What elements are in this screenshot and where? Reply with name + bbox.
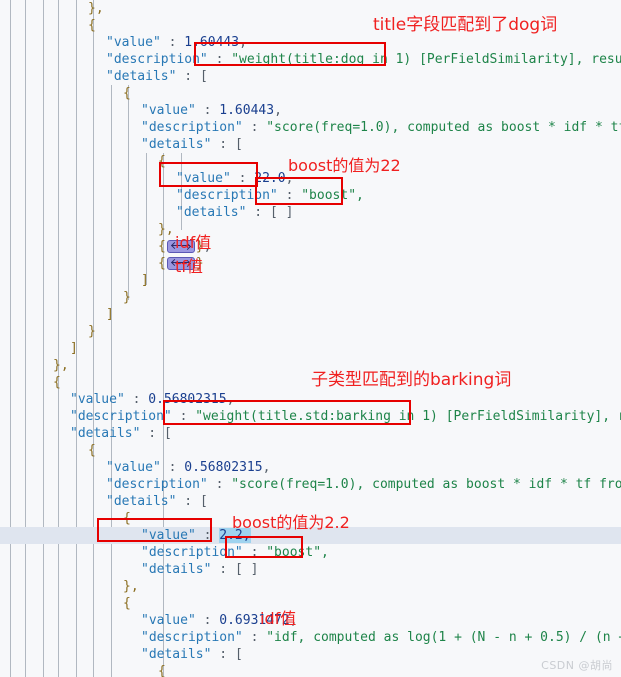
label-idf-1: idf值	[175, 233, 212, 252]
code-line[interactable]: "details" : [ ]	[0, 561, 621, 578]
code-line-text: },	[158, 222, 174, 237]
watermark: CSDN @胡尚	[541, 659, 613, 672]
code-line[interactable]: ]	[0, 306, 621, 323]
code-line[interactable]: "value" : 0.6931472,	[0, 612, 621, 629]
code-line-text: "description" : "weight(title:dog in 1) …	[106, 52, 621, 67]
code-line-text: },	[123, 579, 139, 594]
code-line-text: "details" : [	[106, 69, 208, 84]
code-line-text: "description" : "boost",	[176, 188, 364, 203]
code-line[interactable]: "description" : "weight(title:dog in 1) …	[0, 51, 621, 68]
code-line[interactable]: {	[0, 85, 621, 102]
code-line-text: "details" : [	[141, 647, 243, 662]
label-boost-22: boost的值为22	[288, 156, 401, 175]
code-line[interactable]: },	[0, 578, 621, 595]
code-line-text: {	[123, 86, 131, 101]
label-boost-22b: boost的值为2.2	[232, 513, 350, 532]
code-line[interactable]: "value" : 1.60443,	[0, 102, 621, 119]
json-code-viewer[interactable]: }, { "value" : 1.60443, "description" : "we…	[0, 0, 621, 677]
code-line-text: "description" : "score(freq=1.0), comput…	[141, 120, 621, 135]
code-line[interactable]: "details" : [	[0, 646, 621, 663]
code-line-text: "value" : 0.56802315,	[106, 460, 271, 475]
label-title-dog: title字段匹配到了dog词	[373, 15, 558, 35]
code-line[interactable]: "description" : "boost",	[0, 187, 621, 204]
code-line-text: "description" : "score(freq=1.0), comput…	[106, 477, 621, 492]
code-line-text: }	[123, 290, 131, 305]
code-line[interactable]: {	[0, 595, 621, 612]
code-line[interactable]: "description" : "weight(title.std:barkin…	[0, 408, 621, 425]
code-line[interactable]: "description" : "score(freq=1.0), comput…	[0, 119, 621, 136]
code-line-text: {	[88, 443, 96, 458]
code-line[interactable]: "details" : [ ]	[0, 204, 621, 221]
code-line-text: },	[53, 358, 69, 373]
code-line[interactable]: "details" : [	[0, 493, 621, 510]
code-line[interactable]: }	[0, 289, 621, 306]
code-line-text: {	[123, 596, 131, 611]
code-line-text: "details" : [ ]	[141, 562, 259, 577]
code-line-text: "value" : 22.0,	[176, 171, 294, 186]
code-line[interactable]: {	[0, 442, 621, 459]
code-line[interactable]: "details" : [	[0, 425, 621, 442]
code-line-text: },	[88, 1, 104, 16]
code-line[interactable]: "description" : "score(freq=1.0), comput…	[0, 476, 621, 493]
code-line-text: {	[158, 154, 166, 169]
label-tf-1: tf值	[175, 257, 203, 276]
code-line[interactable]: "description" : "boost",	[0, 544, 621, 561]
label-idf-2: idf值	[260, 609, 297, 628]
code-line-text: ]	[141, 273, 149, 288]
code-line[interactable]: "value" : 1.60443,	[0, 34, 621, 51]
code-line-text: "description" : "idf, computed as log(1 …	[141, 630, 621, 645]
code-line-text: ]	[106, 307, 114, 322]
code-line[interactable]: "value" : 0.56802315,	[0, 391, 621, 408]
code-line-text: "description" : "boost",	[141, 545, 329, 560]
code-line-text: "value" : 0.56802315,	[70, 392, 235, 407]
code-line-text: }	[88, 324, 96, 339]
code-line-text: "details" : [	[106, 494, 208, 509]
code-line[interactable]: },	[0, 221, 621, 238]
code-line-text: ]	[70, 341, 78, 356]
label-barking: 子类型匹配到的barking词	[311, 370, 512, 390]
code-line-text: "description" : "weight(title.std:barkin…	[70, 409, 621, 424]
code-line[interactable]: "details" : [	[0, 136, 621, 153]
code-line[interactable]: "description" : "idf, computed as log(1 …	[0, 629, 621, 646]
code-line-text: {	[88, 18, 96, 33]
code-line-text: "value" : 1.60443,	[106, 35, 247, 50]
code-line-text: {	[123, 511, 131, 526]
code-line-text: "details" : [	[141, 137, 243, 152]
code-line[interactable]: "value" : 0.56802315,	[0, 459, 621, 476]
code-line[interactable]: {	[0, 663, 621, 677]
code-line[interactable]: }	[0, 323, 621, 340]
code-line-text: {	[158, 664, 166, 677]
code-line-text: "details" : [	[70, 426, 172, 441]
code-line[interactable]: ]	[0, 340, 621, 357]
code-line[interactable]: {},	[0, 238, 621, 255]
code-line-text: {	[53, 375, 61, 390]
code-line[interactable]: {}	[0, 255, 621, 272]
code-line[interactable]: ]	[0, 272, 621, 289]
code-line[interactable]: "details" : [	[0, 68, 621, 85]
code-line-text: "details" : [ ]	[176, 205, 294, 220]
code-line-text: "value" : 1.60443,	[141, 103, 282, 118]
